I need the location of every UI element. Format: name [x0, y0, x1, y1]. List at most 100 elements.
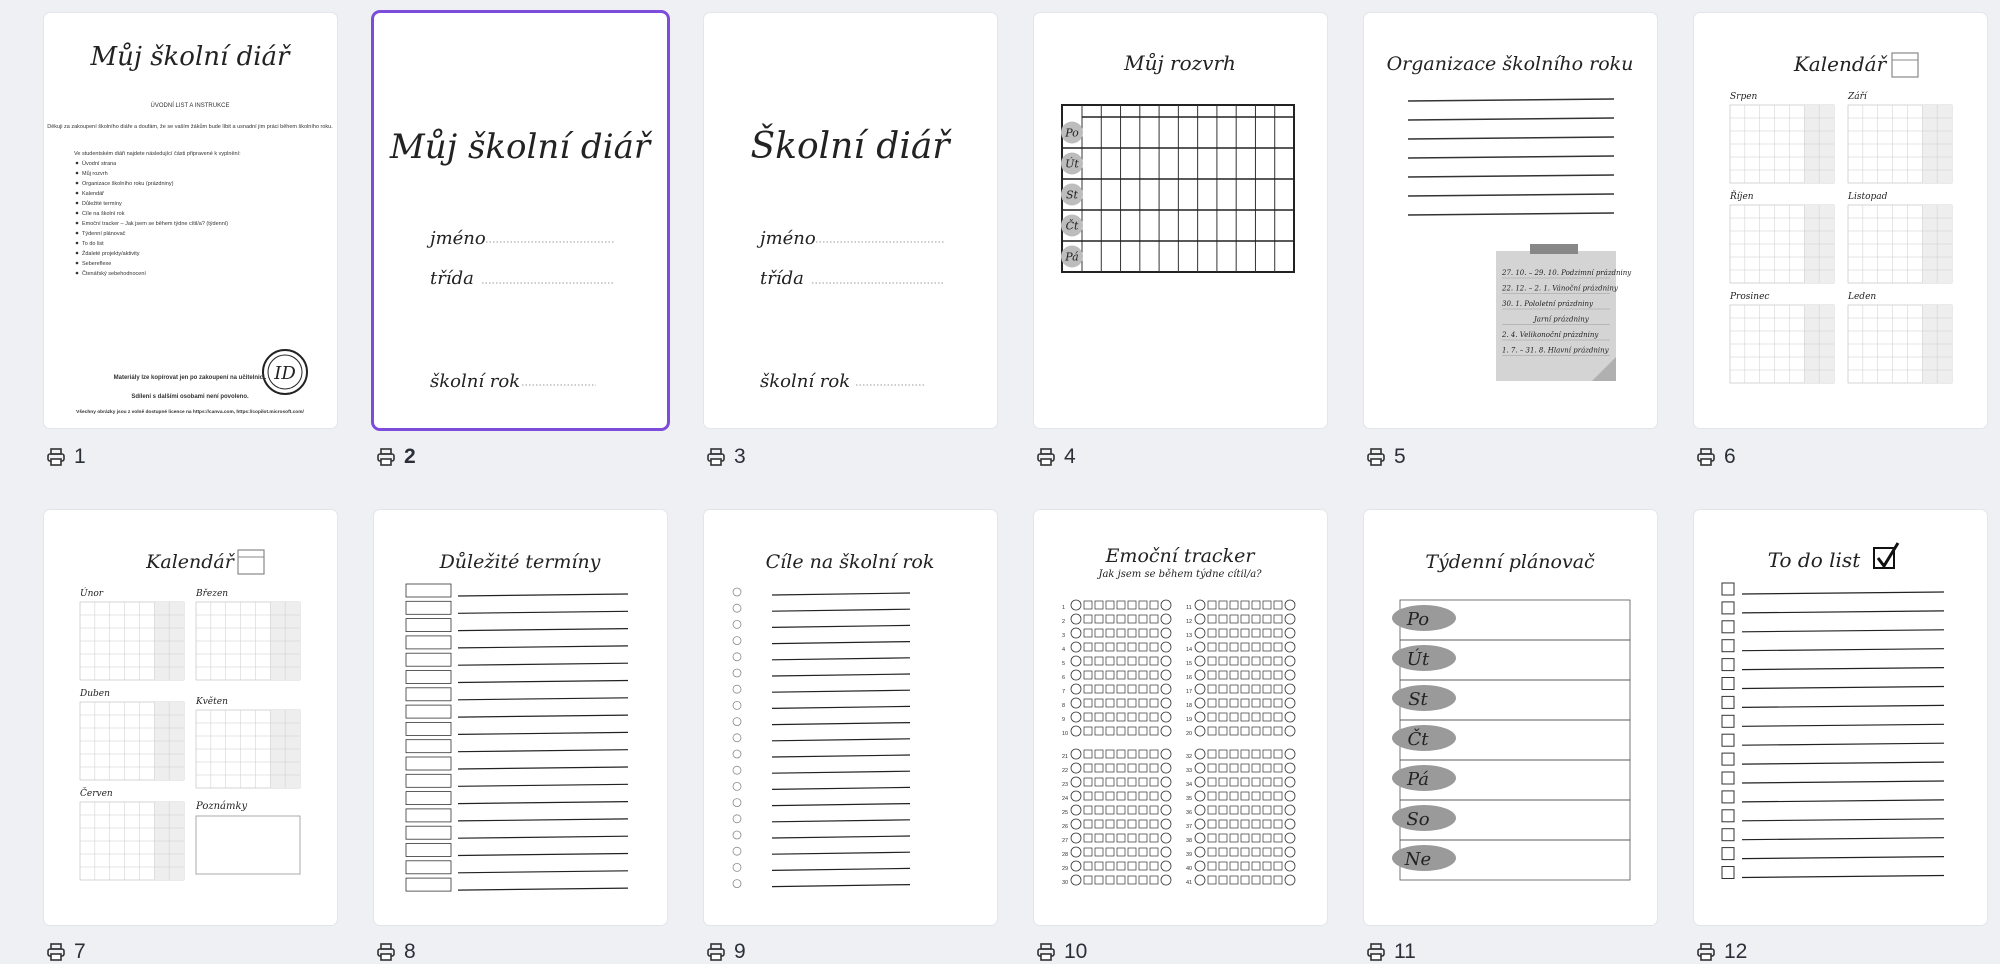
bullet-icon [75, 231, 79, 235]
day-label: Čt [1066, 219, 1079, 233]
page-thumbnail-4[interactable]: Můj rozvrh Po Út St Čt Pá [1034, 13, 1327, 428]
svg-text:38: 38 [1186, 838, 1192, 844]
notes-label: Poznámky [195, 801, 248, 812]
bullet-icon [75, 191, 79, 195]
field-year-label: školní rok [430, 371, 520, 392]
page-number: 9 [734, 940, 746, 963]
page-label-9[interactable]: 9 [706, 940, 746, 964]
day-label: Pá [1406, 769, 1429, 790]
page-thumbnail-7[interactable]: Kalendář Únor Březen Duben Květen Červen Poz… [44, 510, 337, 925]
list-item: Kalendář [82, 191, 104, 197]
page-number: 6 [1724, 445, 1736, 468]
page-thumbnail-11[interactable]: Týdenní plánovač Po Út St Čt Pá So Ne [1364, 510, 1657, 925]
page-thumbnail-8[interactable]: Důležité termíny [374, 510, 667, 925]
page-title: Cíle na školní rok [766, 551, 935, 573]
month-label: Srpen [1730, 92, 1758, 102]
svg-text:30: 30 [1062, 880, 1068, 886]
bullet-icon [75, 241, 79, 245]
day-label: Út [1065, 157, 1079, 171]
page-number: 5 [1394, 445, 1406, 468]
svg-text:2: 2 [1062, 619, 1065, 625]
day-label: Ne [1404, 849, 1431, 870]
page-title: Můj školní diář [90, 42, 293, 72]
holiday-line: 30. 1. Pololetní prázdniny [1502, 300, 1594, 308]
svg-text:32: 32 [1186, 754, 1192, 760]
list-item: Můj rozvrh [82, 170, 108, 177]
svg-text:9: 9 [1062, 717, 1065, 723]
holiday-line: Jarní prázdniny [1532, 316, 1590, 324]
page-title: Kalendář [145, 551, 236, 573]
list-item: Ždaleté projekty/aktivity [82, 249, 140, 257]
page-thumbnail-10[interactable]: Emoční tracker Jak jsem se během týdne c… [1034, 510, 1327, 925]
page-label-12[interactable]: 12 [1696, 940, 1747, 964]
page-number: 4 [1064, 445, 1076, 468]
page-label-7[interactable]: 7 [46, 940, 86, 964]
svg-text:21: 21 [1062, 754, 1068, 760]
page-label-11[interactable]: 11 [1366, 940, 1416, 964]
page-thumbnail-12[interactable]: To do list [1694, 510, 1987, 925]
printer-icon [377, 448, 395, 466]
bullet-icon [75, 251, 79, 255]
page-title: Kalendář [1793, 52, 1888, 76]
month-label: Listopad [1847, 192, 1888, 202]
month-label: Květen [195, 696, 228, 707]
holiday-line: 22. 12. – 2. 1. Vánoční prázdniny [1501, 285, 1619, 293]
page-thumbnail-2[interactable]: Můj školní diář jméno třída školní rok [374, 13, 667, 428]
bullet-icon [75, 171, 79, 175]
month-label: Červen [80, 787, 113, 799]
month-label: Září [1847, 91, 1868, 102]
svg-text:28: 28 [1062, 852, 1068, 858]
list-heading: Ve studentském diáři najdete následující… [74, 151, 241, 157]
month-label: Prosinec [1729, 292, 1769, 302]
bullet-icon [75, 271, 79, 275]
printer-icon [1697, 448, 1715, 466]
list-item: Sebereflexe [82, 261, 111, 267]
svg-text:3: 3 [1062, 633, 1065, 639]
page-title: Emoční tracker [1105, 545, 1257, 567]
copy-note: Materiály lze kopírovat jen po zakoupení… [114, 375, 267, 381]
page-thumbnail-5[interactable]: Organizace školního roku 27. 10. – 29. 1… [1364, 13, 1657, 428]
svg-text:35: 35 [1186, 796, 1192, 802]
page-label-1[interactable]: 1 [46, 445, 86, 469]
list-item: Úvodní strana [82, 160, 117, 167]
svg-text:22: 22 [1062, 768, 1068, 774]
day-label: Po [1064, 127, 1079, 140]
svg-text:19: 19 [1186, 717, 1192, 723]
field-name-label: jméno [426, 228, 486, 249]
svg-text:12: 12 [1186, 619, 1192, 625]
page-label-3[interactable]: 3 [706, 445, 746, 469]
svg-text:16: 16 [1186, 675, 1192, 681]
svg-text:40: 40 [1186, 866, 1192, 872]
month-label: Leden [1847, 292, 1876, 302]
page-label-8[interactable]: 8 [376, 940, 416, 964]
page-label-5[interactable]: 5 [1366, 445, 1406, 469]
page-label-6[interactable]: 6 [1696, 445, 1736, 469]
page-title: Školní diář [750, 125, 952, 167]
page-thumbnail-1[interactable]: Můj školní diář ÚVODNÍ LIST A INSTRUKCE … [44, 13, 337, 428]
page-subtitle: ÚVODNÍ LIST A INSTRUKCE [151, 102, 230, 109]
page-thumbnail-6[interactable]: Kalendář Srpen Září Říjen Listopad Prosinec L… [1694, 13, 1987, 428]
svg-text:24: 24 [1062, 796, 1068, 802]
day-label: So [1406, 809, 1429, 830]
day-label: Čt [1407, 727, 1429, 750]
page-thumbnail-9[interactable]: Cíle na školní rok [704, 510, 997, 925]
page-label-4[interactable]: 4 [1036, 445, 1076, 469]
intro-text: Děkuji za zakoupení školního diáře a dou… [47, 123, 333, 130]
page-number: 12 [1724, 940, 1748, 963]
svg-text:39: 39 [1186, 852, 1192, 858]
page-number: 3 [734, 445, 746, 468]
page-thumbnail-3[interactable]: Školní diář jméno třída školní rok [704, 13, 997, 428]
svg-text:23: 23 [1062, 782, 1068, 788]
page-label-10[interactable]: 10 [1036, 940, 1087, 964]
day-label: Pá [1064, 251, 1078, 264]
svg-text:6: 6 [1062, 675, 1065, 681]
holiday-line: 2. 4. Velikonoční prázdniny [1501, 331, 1599, 339]
list-item: Týdenní plánovač [82, 231, 126, 237]
printer-icon [1037, 448, 1055, 466]
page-label-2[interactable]: 2 [376, 445, 416, 469]
calendar-icon [237, 549, 265, 575]
svg-text:4: 4 [1062, 647, 1065, 653]
svg-text:29: 29 [1062, 866, 1068, 872]
list-item: Emoční tracker – Jak jsem se během týdne… [82, 221, 228, 227]
svg-text:14: 14 [1186, 647, 1192, 653]
